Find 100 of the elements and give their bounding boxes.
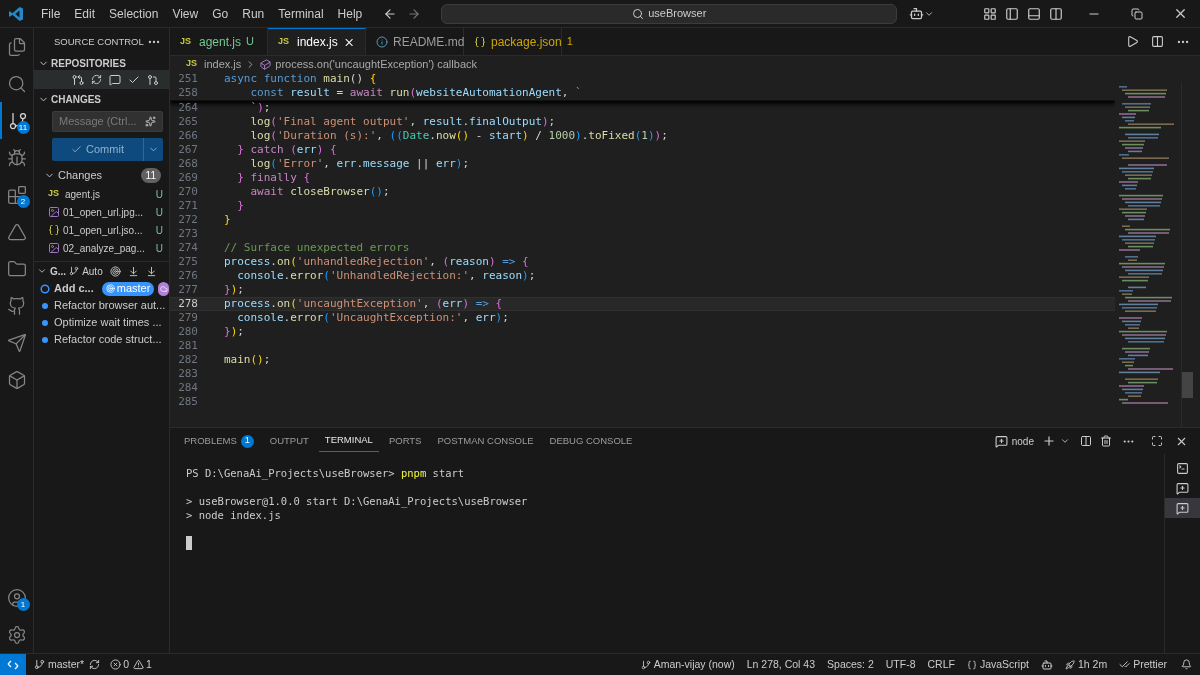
code-line: } catch (err) { bbox=[236, 141, 337, 158]
changed-file[interactable]: JS agent.js U bbox=[34, 185, 169, 203]
send-icon bbox=[6, 332, 27, 353]
activity-item[interactable]: 2 bbox=[0, 176, 34, 213]
branch-icon[interactable] bbox=[69, 266, 80, 276]
sparkle-icon[interactable] bbox=[145, 116, 156, 127]
chevron-down-icon[interactable] bbox=[1060, 436, 1070, 446]
toggle-secondary-sidebar-icon[interactable] bbox=[1049, 6, 1063, 21]
fetch-icon[interactable] bbox=[127, 265, 139, 277]
error-icon bbox=[110, 659, 122, 670]
language-mode[interactable]: JavaScript bbox=[960, 656, 1035, 673]
message-icon[interactable] bbox=[109, 73, 121, 86]
menu-item[interactable]: Selection bbox=[102, 4, 166, 23]
debug-icon bbox=[6, 147, 27, 168]
sync-icon[interactable] bbox=[91, 74, 102, 85]
changed-file[interactable]: 01_open_url.jpg... U bbox=[34, 203, 169, 221]
check-icon bbox=[71, 144, 83, 155]
run-icon[interactable] bbox=[1126, 35, 1139, 48]
copilot-icon[interactable] bbox=[909, 6, 925, 21]
commit-message-field[interactable]: Message (Ctrl... bbox=[52, 111, 163, 132]
section-header[interactable]: CHANGES bbox=[34, 90, 169, 108]
branch-icon[interactable] bbox=[34, 659, 45, 670]
warning-count[interactable]: 1 bbox=[146, 656, 152, 673]
back-icon[interactable] bbox=[383, 6, 398, 21]
app-logo-icon[interactable] bbox=[8, 5, 24, 22]
blame-info[interactable]: Aman-vijay (now) bbox=[634, 656, 741, 673]
branch-name[interactable]: master* bbox=[48, 656, 85, 673]
panel-tab[interactable]: TERMINAL bbox=[318, 430, 379, 452]
image-file-icon bbox=[48, 206, 60, 218]
graph-header[interactable]: G... Auto bbox=[34, 262, 169, 280]
menu-item[interactable]: Run bbox=[235, 4, 272, 23]
commit-message: Optimize wait times ... bbox=[54, 315, 162, 331]
menu-item[interactable]: Go bbox=[205, 4, 236, 23]
maximize-icon[interactable] bbox=[1151, 435, 1163, 447]
panel-tab[interactable]: OUTPUT bbox=[263, 430, 315, 452]
activity-item[interactable]: 1 bbox=[0, 579, 34, 616]
pull-icon[interactable] bbox=[145, 265, 157, 277]
scrollbar-thumb[interactable] bbox=[1182, 372, 1193, 398]
branch-icon[interactable] bbox=[72, 73, 84, 86]
line-number: 264 bbox=[177, 99, 199, 116]
line-number: 277 bbox=[177, 281, 199, 298]
terminal-profile[interactable]: node bbox=[1011, 433, 1034, 449]
graph-mode[interactable]: Auto bbox=[82, 263, 103, 279]
notifications-icon[interactable] bbox=[1181, 659, 1192, 670]
panel-tab[interactable]: PORTS bbox=[382, 430, 428, 452]
forward-icon[interactable] bbox=[407, 6, 422, 21]
copilot-icon[interactable] bbox=[1040, 658, 1053, 671]
commit-row[interactable]: Refactor browser aut... bbox=[34, 297, 169, 314]
account-icon bbox=[6, 587, 27, 608]
editor-tab[interactable]: README.md bbox=[366, 28, 464, 55]
sidebar-title: SOURCE CONTROL bbox=[54, 34, 144, 49]
split-editor-icon[interactable] bbox=[1151, 35, 1164, 48]
close-icon[interactable] bbox=[1173, 6, 1188, 21]
command-center[interactable]: useBrowser bbox=[441, 3, 898, 24]
toggle-sidebar-icon[interactable] bbox=[1005, 6, 1019, 21]
commit-row[interactable]: Refactor code struct... bbox=[34, 331, 169, 348]
restore-icon[interactable] bbox=[1131, 7, 1143, 20]
remote-button[interactable] bbox=[0, 654, 26, 675]
box-icon bbox=[6, 369, 27, 390]
pull-request-icon[interactable] bbox=[147, 73, 159, 86]
prettier-status[interactable]: Prettier bbox=[1113, 656, 1173, 673]
commit-button[interactable]: Commit bbox=[52, 138, 143, 161]
settings-icon bbox=[6, 624, 27, 645]
commit-row[interactable]: Optimize wait times ... bbox=[34, 314, 169, 331]
panel-tab[interactable]: DEBUG CONSOLE bbox=[543, 430, 639, 452]
js-file-icon: JS bbox=[48, 187, 62, 201]
breadcrumb-item[interactable]: process.on('uncaughtException') callback bbox=[275, 55, 477, 73]
panel-tab[interactable]: PROBLEMS 1 bbox=[178, 430, 260, 452]
status-item[interactable]: Spaces: 2 bbox=[821, 656, 880, 673]
target-icon[interactable] bbox=[109, 265, 121, 277]
changed-file[interactable]: 01_open_url.jso... U bbox=[34, 221, 169, 239]
split-terminal-icon[interactable] bbox=[1080, 435, 1092, 447]
menu-item[interactable]: Terminal bbox=[271, 4, 331, 23]
status-item[interactable]: CRLF bbox=[921, 656, 961, 673]
editor-tab[interactable]: JS index.js bbox=[268, 28, 366, 55]
commit-row[interactable]: Add c... master bbox=[34, 280, 169, 297]
breadcrumb-item[interactable]: index.js bbox=[204, 55, 242, 73]
error-count[interactable]: 0 bbox=[123, 656, 130, 673]
menu-item[interactable]: Help bbox=[330, 4, 370, 23]
time-tracker[interactable]: 1h 2m bbox=[1058, 656, 1114, 673]
trash-icon[interactable] bbox=[1100, 435, 1112, 447]
code-line: console.error('UncaughtException:', err); bbox=[236, 309, 509, 326]
section-header[interactable]: REPOSITORIES bbox=[34, 56, 169, 70]
menu-item[interactable]: File bbox=[34, 4, 68, 23]
terminal-tab[interactable] bbox=[1165, 498, 1200, 518]
menu-item[interactable]: Edit bbox=[67, 4, 103, 23]
sync-icon[interactable] bbox=[89, 659, 101, 670]
code-line: log('Error', err.message || err); bbox=[249, 155, 470, 172]
terminal-profile-icon[interactable] bbox=[994, 434, 1008, 448]
cube-icon bbox=[260, 58, 272, 70]
menu-item[interactable]: View bbox=[165, 4, 206, 23]
status-item[interactable]: Ln 278, Col 43 bbox=[740, 656, 822, 673]
layout-icon[interactable] bbox=[983, 6, 997, 21]
new-terminal-icon[interactable] bbox=[1042, 434, 1056, 448]
changed-file[interactable]: 02_analyze_pag... U bbox=[34, 239, 169, 257]
panel-tab[interactable]: POSTMAN CONSOLE bbox=[431, 430, 540, 452]
toggle-panel-icon[interactable] bbox=[1027, 6, 1041, 21]
remote-icon bbox=[7, 658, 19, 671]
status-item[interactable]: UTF-8 bbox=[879, 656, 922, 673]
changes-group[interactable]: Changes 11 bbox=[34, 166, 169, 185]
